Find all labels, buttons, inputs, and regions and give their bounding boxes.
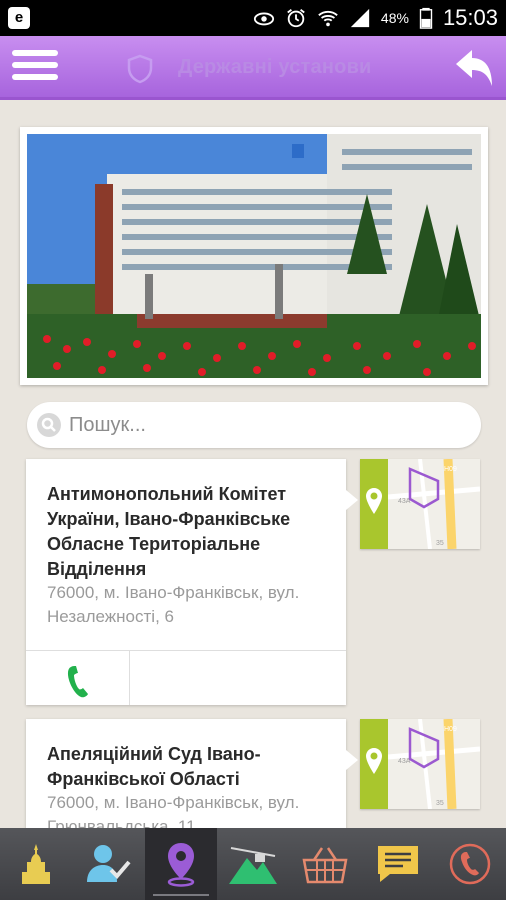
app-notification-icon: e [8,7,30,29]
nav-item-shopping[interactable] [289,828,361,900]
road-label: Н09 [444,726,457,733]
nav-item-contacts[interactable] [434,828,506,900]
page-title: Державні установи [178,56,372,78]
nav-item-messages[interactable] [361,828,433,900]
cable-car-mountain-icon [228,847,277,884]
nav-item-recreation[interactable] [217,828,289,900]
eye-icon [253,12,274,26]
search-icon [37,413,61,437]
location-pin-icon [366,488,382,514]
road-label: Н09 [444,466,457,473]
search-input[interactable] [69,410,469,440]
building-number: 43А [398,498,411,505]
menu-button[interactable] [12,50,58,86]
nav-item-attractions[interactable] [0,828,72,900]
menu-bar-icon [12,74,58,80]
call-button[interactable] [26,651,130,705]
building-number: 35 [436,540,444,547]
message-icon [377,846,418,882]
nav-item-places[interactable] [144,828,217,900]
signal-icon [350,8,370,28]
building-number: 43А [398,758,411,765]
back-arrow-icon[interactable] [452,46,496,90]
menu-bar-icon [12,50,58,56]
government-building-photo [27,134,481,378]
church-icon [22,844,51,884]
shield-icon [127,54,153,84]
menu-bar-icon [12,62,58,68]
nav-item-services[interactable] [72,828,144,900]
phone-icon [449,843,491,885]
institution-name: Апеляційний Суд Івано-Франківської Облас… [47,744,261,789]
search-bar[interactable] [27,402,481,448]
bottom-navigation [0,828,506,900]
clock: 15:03 [442,5,498,30]
shopping-basket-icon [302,847,348,884]
map-thumbnail[interactable]: Н09 43А 35 [360,719,480,809]
wifi-icon [318,10,338,27]
battery-percent: 48% [380,10,409,26]
app-header: Державні установи [0,36,506,100]
map-thumbnail[interactable]: Н09 43А 35 [360,459,480,549]
institution-address: 76000, м. Івано-Франківськ, вул. Незалеж… [47,583,300,626]
map-pin-icon [167,843,194,887]
status-bar: e 48% 15:03 [0,0,506,36]
location-pin-icon [366,748,382,774]
user-check-icon [87,845,131,882]
card-pointer [346,490,358,510]
phone-icon [67,666,88,698]
list-item[interactable]: Антимонопольний Комітет України, Івано-Ф… [26,459,346,705]
building-number: 35 [436,800,444,807]
hero-image-frame [20,127,488,385]
institution-name: Антимонопольний Комітет України, Івано-Ф… [47,484,291,579]
alarm-clock-icon [287,9,305,28]
battery-icon [419,7,433,29]
card-actions [26,650,346,705]
status-bar-indicators: 48% 15:03 [253,0,498,36]
card-pointer [346,750,358,770]
